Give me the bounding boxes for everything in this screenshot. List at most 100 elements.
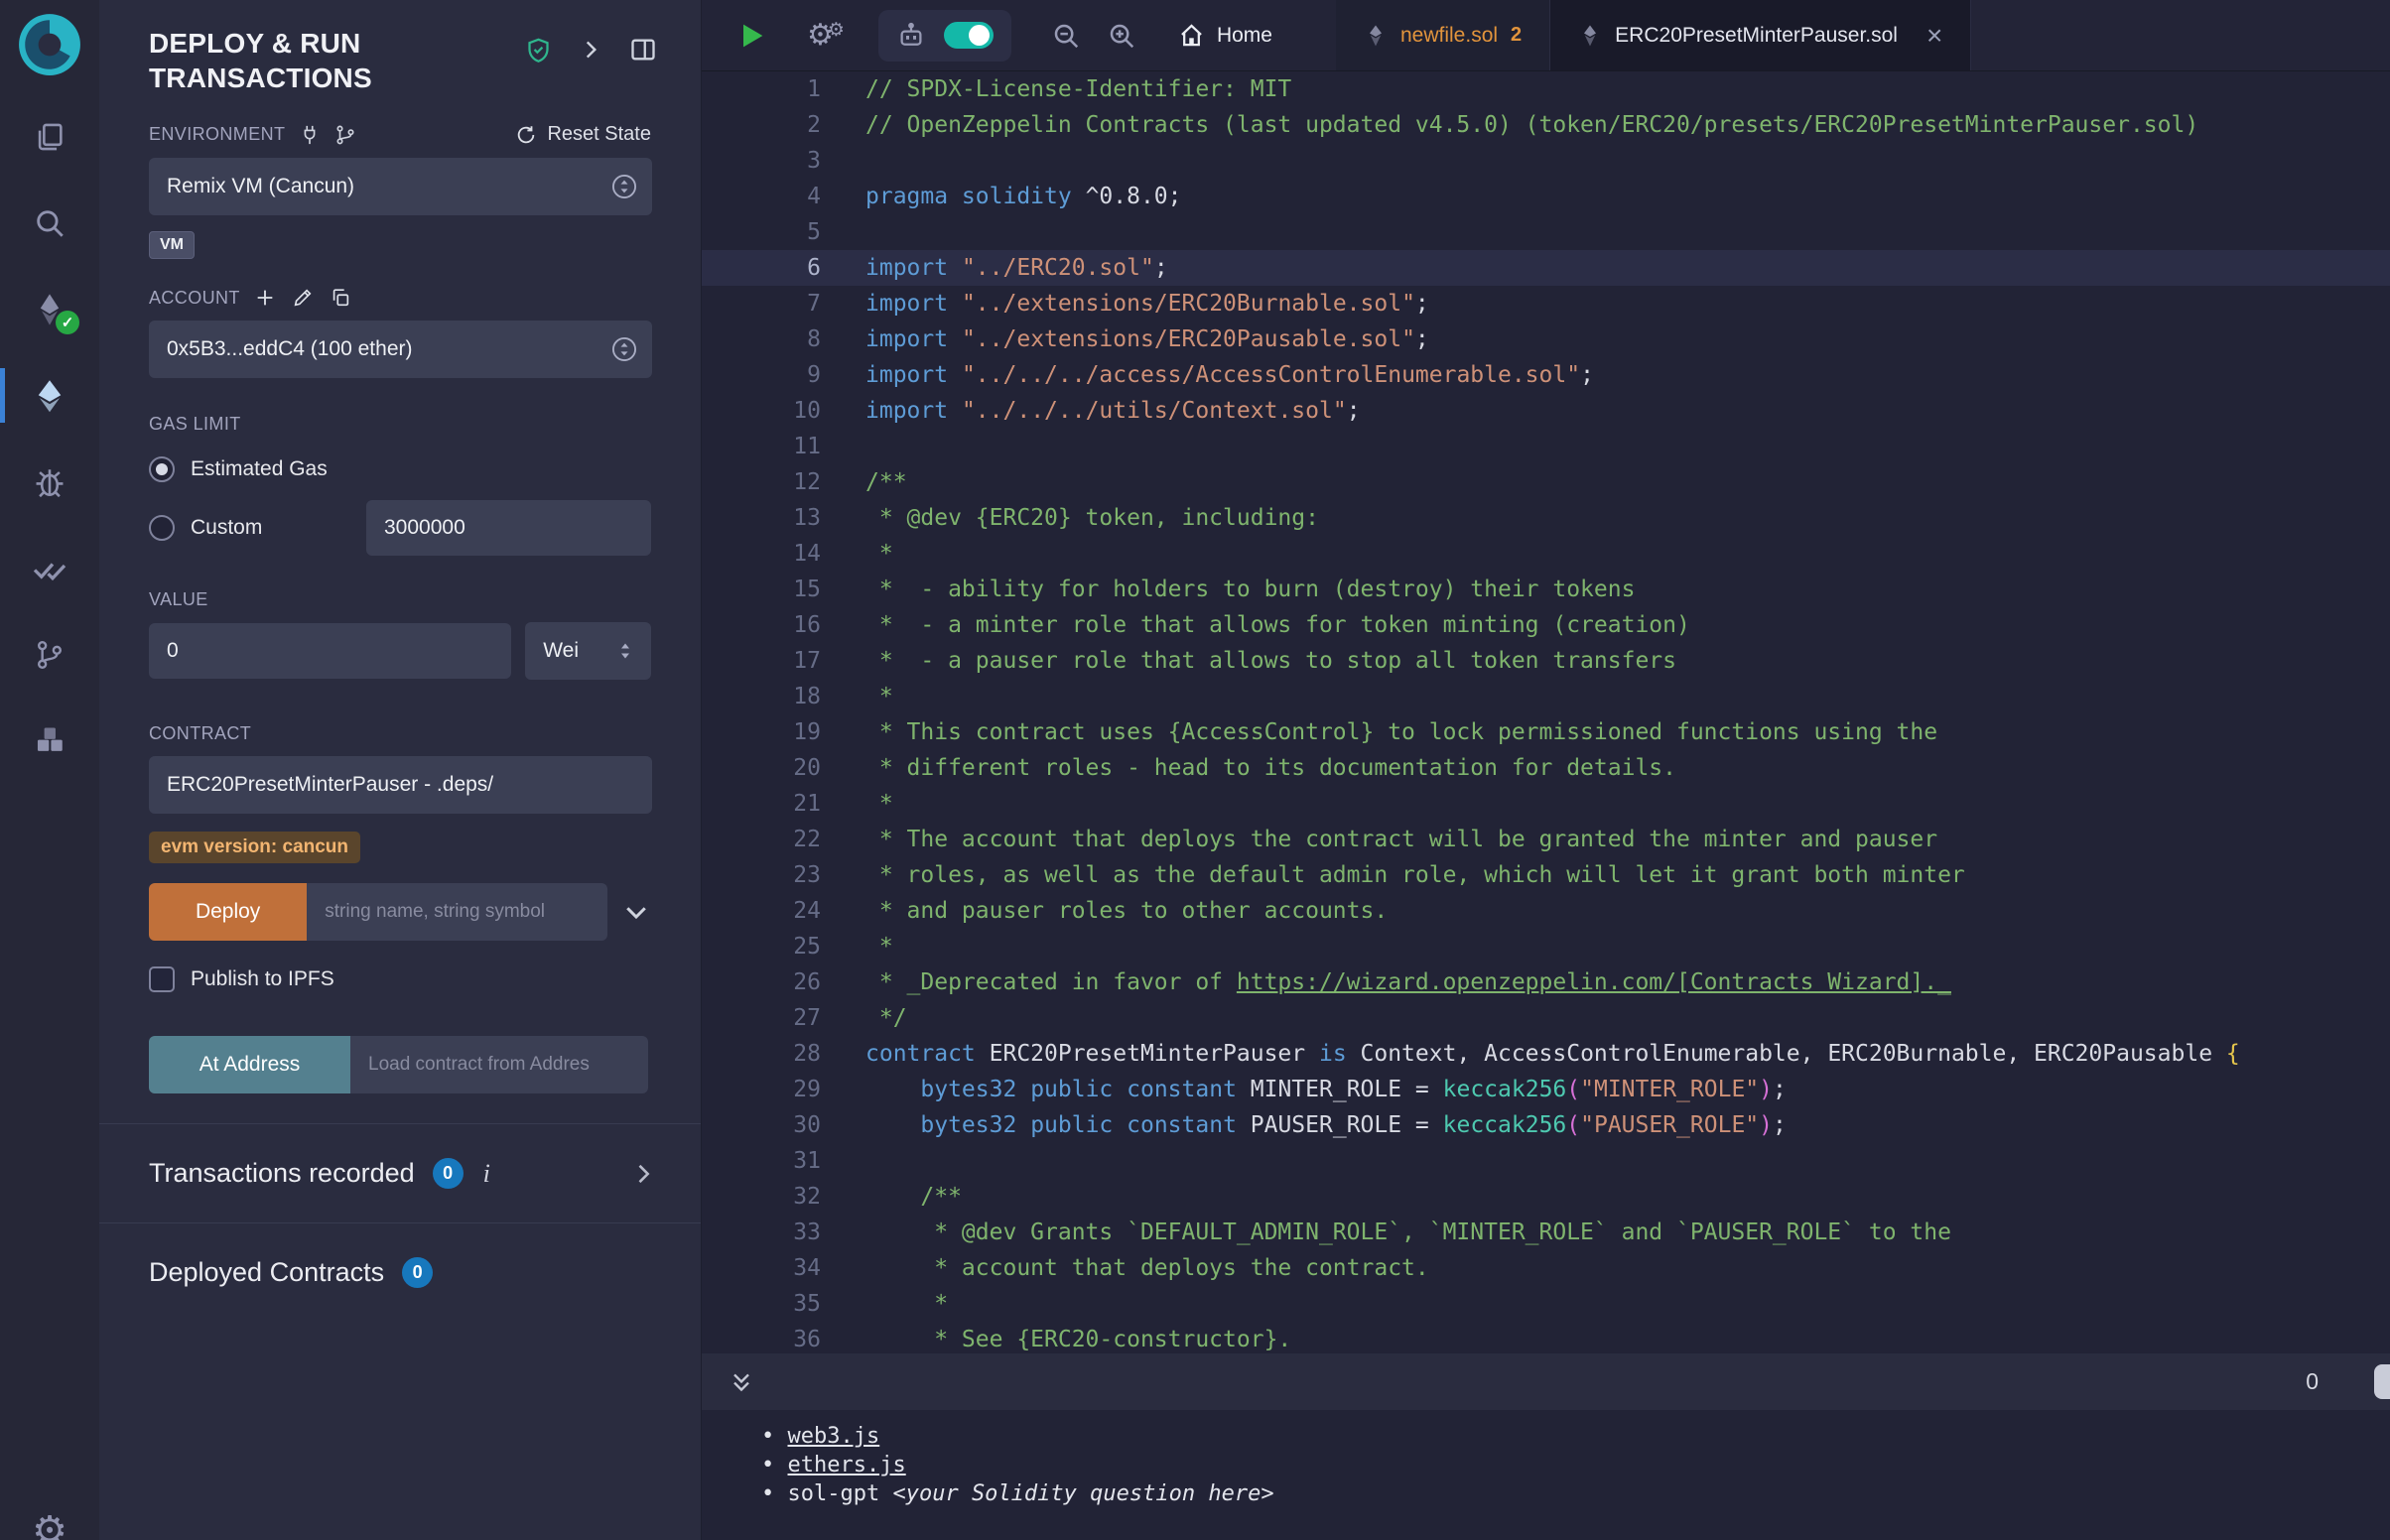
sidebar-item-git[interactable]: [0, 611, 99, 698]
code-line[interactable]: 28contract ERC20PresetMinterPauser is Co…: [702, 1036, 2390, 1072]
terminal-link[interactable]: web3.js: [788, 1424, 880, 1449]
zoom-out-icon[interactable]: [1051, 21, 1081, 51]
code-line[interactable]: 6import "../ERC20.sol";: [702, 250, 2390, 286]
line-number[interactable]: 9: [702, 357, 821, 393]
expand-transactions-icon[interactable]: [629, 1160, 657, 1188]
code-line[interactable]: 4pragma solidity ^0.8.0;: [702, 179, 2390, 214]
copy-account-icon[interactable]: [330, 287, 351, 309]
code-line[interactable]: 12/**: [702, 464, 2390, 500]
code-line[interactable]: 13 * @dev {ERC20} token, including:: [702, 500, 2390, 536]
edit-account-icon[interactable]: [292, 287, 314, 309]
line-number[interactable]: 25: [702, 929, 821, 964]
remix-logo-icon[interactable]: [17, 12, 82, 77]
code-line[interactable]: 24 * and pauser roles to other accounts.: [702, 893, 2390, 929]
expand-terminal-icon[interactable]: [728, 1368, 755, 1396]
estimated-gas-radio[interactable]: [149, 456, 175, 482]
value-input[interactable]: [149, 623, 511, 679]
code-line[interactable]: 5: [702, 214, 2390, 250]
code-line[interactable]: 16 * - a minter role that allows for tok…: [702, 607, 2390, 643]
custom-gas-radio[interactable]: [149, 515, 175, 541]
line-number[interactable]: 16: [702, 607, 821, 643]
terminal-link[interactable]: ethers.js: [788, 1453, 906, 1477]
code-line[interactable]: 36 * See {ERC20-constructor}.: [702, 1322, 2390, 1353]
code-line[interactable]: 2// OpenZeppelin Contracts (last updated…: [702, 107, 2390, 143]
code-line[interactable]: 29 bytes32 public constant MINTER_ROLE =…: [702, 1072, 2390, 1107]
publish-ipfs-checkbox[interactable]: [149, 966, 175, 992]
at-address-input[interactable]: [350, 1036, 648, 1093]
terminal-panel[interactable]: • web3.js• ethers.js• sol-gpt <your Soli…: [702, 1410, 2390, 1540]
line-number[interactable]: 11: [702, 429, 821, 464]
sidebar-item-unit-testing[interactable]: [0, 525, 99, 611]
code-line[interactable]: 18 *: [702, 679, 2390, 714]
line-number[interactable]: 3: [702, 143, 821, 179]
code-line[interactable]: 3: [702, 143, 2390, 179]
custom-gas-label[interactable]: Custom: [191, 516, 262, 540]
line-number[interactable]: 24: [702, 893, 821, 929]
code-line[interactable]: 23 * roles, as well as the default admin…: [702, 857, 2390, 893]
line-number[interactable]: 31: [702, 1143, 821, 1179]
contract-select[interactable]: ERC20PresetMinterPauser - .deps/: [149, 756, 652, 814]
estimated-gas-label[interactable]: Estimated Gas: [191, 457, 328, 481]
line-number[interactable]: 33: [702, 1215, 821, 1250]
code-line[interactable]: 34 * account that deploys the contract.: [702, 1250, 2390, 1286]
sidebar-item-plugin-manager[interactable]: [0, 698, 99, 784]
line-number[interactable]: 14: [702, 536, 821, 572]
environment-select[interactable]: Remix VM (Cancun): [149, 158, 652, 215]
sidebar-item-search[interactable]: [0, 180, 99, 266]
code-line[interactable]: 33 * @dev Grants `DEFAULT_ADMIN_ROLE`, `…: [702, 1215, 2390, 1250]
publish-ipfs-label[interactable]: Publish to IPFS: [191, 967, 334, 991]
sidebar-item-solidity-compiler[interactable]: ✓: [0, 266, 99, 352]
settings-gear-icon[interactable]: ⚙: [0, 1508, 99, 1540]
code-line[interactable]: 10import "../../../utils/Context.sol";: [702, 393, 2390, 429]
line-number[interactable]: 19: [702, 714, 821, 750]
code-line[interactable]: 26 * _Deprecated in favor of https://wiz…: [702, 964, 2390, 1000]
code-line[interactable]: 35 *: [702, 1286, 2390, 1322]
code-line[interactable]: 25 *: [702, 929, 2390, 964]
line-number[interactable]: 15: [702, 572, 821, 607]
code-line[interactable]: 9import "../../../access/AccessControlEn…: [702, 357, 2390, 393]
line-number[interactable]: 22: [702, 822, 821, 857]
code-line[interactable]: 27 */: [702, 1000, 2390, 1036]
line-number[interactable]: 17: [702, 643, 821, 679]
code-line[interactable]: 1// SPDX-License-Identifier: MIT: [702, 71, 2390, 107]
sidebar-item-deploy-run[interactable]: [0, 352, 99, 439]
line-number[interactable]: 23: [702, 857, 821, 893]
line-number[interactable]: 8: [702, 321, 821, 357]
at-address-button[interactable]: At Address: [149, 1036, 350, 1093]
shield-icon[interactable]: [525, 37, 552, 64]
line-number[interactable]: 7: [702, 286, 821, 321]
compile-run-gears-icon[interactable]: ⚙⚙: [807, 21, 845, 51]
line-number[interactable]: 35: [702, 1286, 821, 1322]
code-line[interactable]: 14 *: [702, 536, 2390, 572]
info-icon[interactable]: i: [483, 1159, 490, 1189]
line-number[interactable]: 32: [702, 1179, 821, 1215]
code-line[interactable]: 19 * This contract uses {AccessControl} …: [702, 714, 2390, 750]
zoom-in-icon[interactable]: [1107, 21, 1136, 51]
line-number[interactable]: 5: [702, 214, 821, 250]
account-select[interactable]: 0x5B3...eddC4 (100 ether): [149, 321, 652, 378]
code-line[interactable]: 7import "../extensions/ERC20Burnable.sol…: [702, 286, 2390, 321]
code-line[interactable]: 15 * - ability for holders to burn (dest…: [702, 572, 2390, 607]
robot-icon[interactable]: [896, 21, 926, 51]
line-number[interactable]: 20: [702, 750, 821, 786]
sidebar-item-file-explorer[interactable]: [0, 93, 99, 180]
code-line[interactable]: 22 * The account that deploys the contra…: [702, 822, 2390, 857]
ai-copilot-toggle[interactable]: [944, 22, 994, 49]
line-number[interactable]: 21: [702, 786, 821, 822]
line-number[interactable]: 30: [702, 1107, 821, 1143]
tab-newfile[interactable]: newfile.sol 2: [1336, 0, 1550, 70]
line-number[interactable]: 29: [702, 1072, 821, 1107]
code-editor[interactable]: 1// SPDX-License-Identifier: MIT2// Open…: [702, 71, 2390, 1353]
fork-environment-icon[interactable]: [334, 124, 356, 146]
sidebar-item-debugger[interactable]: [0, 439, 99, 525]
code-line[interactable]: 8import "../extensions/ERC20Pausable.sol…: [702, 321, 2390, 357]
code-line[interactable]: 20 * different roles - head to its docum…: [702, 750, 2390, 786]
code-line[interactable]: 31: [702, 1143, 2390, 1179]
line-number[interactable]: 34: [702, 1250, 821, 1286]
code-line[interactable]: 30 bytes32 public constant PAUSER_ROLE =…: [702, 1107, 2390, 1143]
code-line[interactable]: 17 * - a pauser role that allows to stop…: [702, 643, 2390, 679]
line-number[interactable]: 26: [702, 964, 821, 1000]
line-number[interactable]: 13: [702, 500, 821, 536]
plug-icon[interactable]: [299, 124, 321, 146]
line-number[interactable]: 18: [702, 679, 821, 714]
